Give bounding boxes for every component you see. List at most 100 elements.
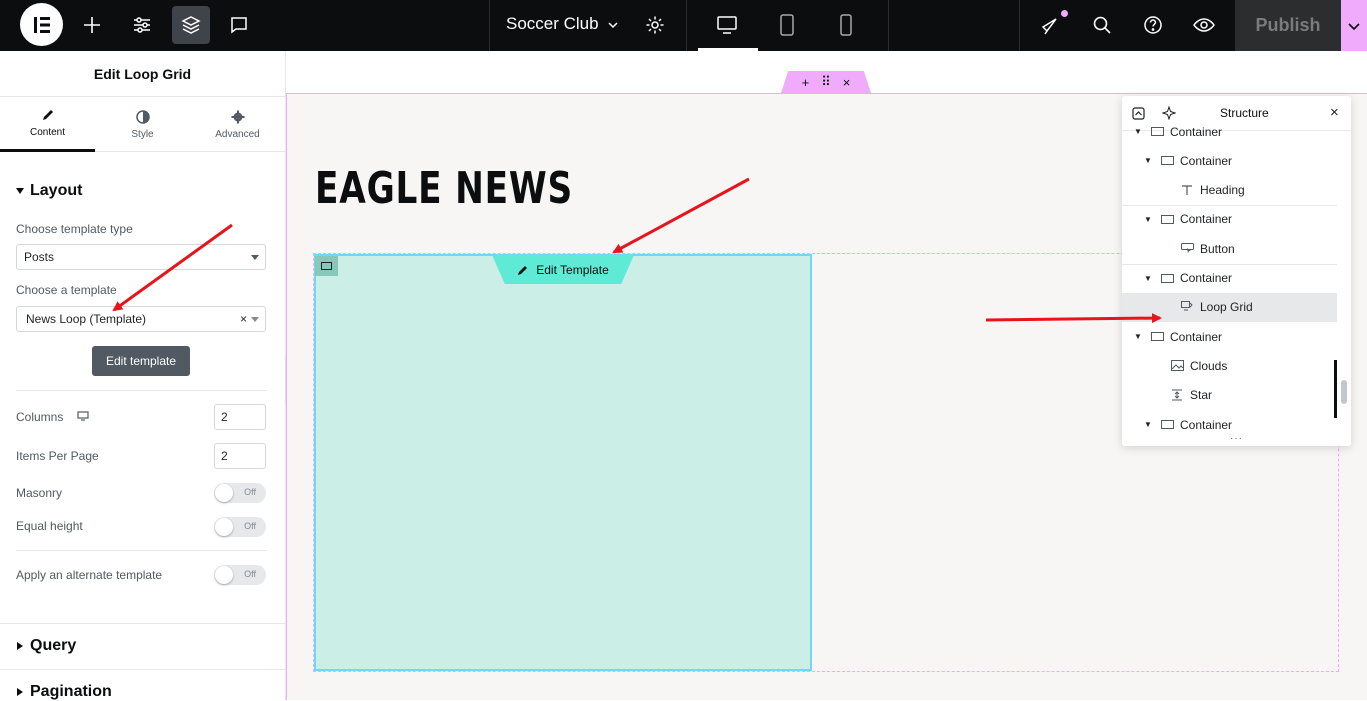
tab-label: Style [131,128,154,140]
tab-advanced[interactable]: Advanced [190,97,285,152]
preview-eye-icon[interactable] [1185,6,1223,44]
structure-item-label: Container [1180,153,1233,168]
search-icon[interactable] [1083,6,1121,44]
edit-template-button[interactable]: Edit template [92,346,190,376]
structure-panel: Structure × ▼ Container ▼ Container Heading ▼… [1122,96,1351,446]
caret-down-icon[interactable]: ▼ [1144,215,1154,224]
container-icon [1150,127,1164,137]
pagination-section-header[interactable]: Pagination [16,683,112,701]
structure-item-container[interactable]: ▼ Container [1122,205,1337,234]
publish-button[interactable]: Publish [1235,0,1341,51]
structure-item-container[interactable]: ▼ Container [1122,117,1337,146]
structure-item-label: Container [1180,271,1233,285]
page-heading[interactable]: EAGLE NEWS [315,163,573,214]
equal-height-label: Equal height [16,519,83,533]
caret-down-icon[interactable]: ▼ [1134,127,1144,136]
structure-item-label: Button [1200,241,1235,256]
alternate-template-label: Apply an alternate template [16,568,163,582]
container-icon [1160,420,1174,430]
structure-item-label: Container [1170,124,1223,139]
template-type-select[interactable]: Posts [16,244,266,270]
alternate-template-toggle[interactable]: Off [214,565,266,585]
resize-handle-icon[interactable]: ··· [1230,433,1243,444]
structure-item-container[interactable]: ▼ Container [1122,264,1337,293]
site-name[interactable]: Soccer Club [506,14,599,34]
caret-down-icon [16,188,24,194]
half-circle-icon [135,109,150,124]
structure-item-label: Star [1190,388,1213,403]
toggle-state: Off [244,487,256,497]
desktop-view-icon[interactable] [708,6,746,44]
structure-item-container[interactable]: ▼ Container [1122,146,1337,175]
items-per-page-input[interactable]: 2 [214,443,266,469]
divider [16,550,266,551]
top-bar: Soccer Club Publish [0,0,1367,51]
add-element-icon[interactable] [73,6,111,44]
desktop-responsive-icon[interactable] [77,411,89,421]
structure-item-button[interactable]: Button [1122,234,1337,263]
site-settings-sliders-icon[interactable] [123,6,161,44]
select-value: News Loop (Template) [26,312,147,326]
container-icon [1150,332,1164,342]
masonry-label: Masonry [16,486,63,500]
drag-handle-icon[interactable]: ⠿ [821,74,831,90]
structure-scrollbar[interactable] [1341,380,1347,404]
select-caret-icon [251,255,259,260]
structure-item-label: Container [1170,329,1223,344]
container-icon[interactable] [315,256,338,276]
section-handle[interactable]: + ⠿ × [781,71,871,93]
tablet-view-icon[interactable] [768,6,806,44]
divider [489,0,490,51]
items-per-page-label: Items Per Page [16,449,99,463]
tab-content[interactable]: Content [0,97,95,152]
structure-layers-icon[interactable] [172,6,210,44]
structure-scroll-track[interactable] [1334,360,1337,418]
masonry-toggle[interactable]: Off [214,483,266,503]
layout-section-header[interactable]: Layout [16,182,82,200]
columns-input[interactable]: 2 [214,404,266,430]
caret-down-icon[interactable]: ▼ [1144,420,1154,429]
structure-item-star[interactable]: Star [1122,381,1337,410]
panel-tabs: Content Style Advanced [0,97,285,152]
edit-template-label: Edit Template [536,262,609,277]
help-icon[interactable] [1134,6,1172,44]
divider [686,0,687,51]
elementor-logo-icon[interactable] [20,3,63,46]
equal-height-toggle[interactable]: Off [214,517,266,537]
clear-selection-icon[interactable]: × [240,312,247,326]
tab-style[interactable]: Style [95,97,190,152]
select-value: Posts [24,250,55,264]
loop-grid-item[interactable] [314,254,812,671]
structure-item-loop-grid[interactable]: Loop Grid [1122,292,1337,322]
template-type-label: Choose template type [16,222,133,236]
caret-down-icon[interactable]: ▼ [1144,274,1154,283]
structure-item-container[interactable]: ▼ Container [1122,322,1337,351]
add-section-icon[interactable]: + [802,75,810,90]
comments-icon[interactable] [220,6,258,44]
structure-item-heading[interactable]: Heading [1122,176,1337,205]
template-select[interactable]: News Loop (Template) × [16,306,266,332]
tab-label: Advanced [215,128,260,140]
toggle-knob [215,566,233,584]
chevron-down-icon[interactable] [607,18,619,36]
caret-down-icon[interactable]: ▼ [1134,332,1144,341]
toggle-knob [215,484,233,502]
notification-dot [1061,10,1068,17]
delete-section-icon[interactable]: × [843,75,851,90]
section-label: Query [30,637,77,654]
editor-panel: Edit Loop Grid Content Style Advanced La… [0,51,286,700]
publish-options-chevron-icon[interactable] [1341,0,1367,51]
caret-down-icon[interactable]: ▼ [1144,156,1154,165]
gear-icon [231,110,244,123]
page-settings-gear-icon[interactable] [636,6,674,44]
divider [0,669,285,670]
whats-new-megaphone-icon[interactable] [1032,6,1070,44]
toggle-state: Off [244,521,256,531]
mobile-view-icon[interactable] [827,6,865,44]
structure-item-label: Heading [1200,183,1245,198]
structure-item-clouds[interactable]: Clouds [1122,351,1337,380]
query-section-header[interactable]: Query [16,637,76,655]
heading-icon [1180,185,1194,196]
edit-template-tab[interactable]: Edit Template [492,255,634,284]
divider [16,390,266,391]
